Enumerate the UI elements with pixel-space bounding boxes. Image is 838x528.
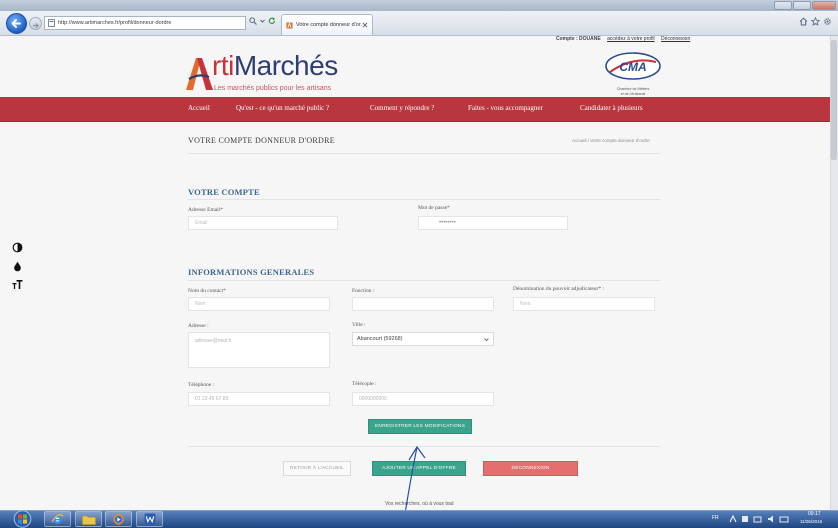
logo-rti: rti	[212, 50, 234, 81]
forward-button[interactable]	[29, 17, 42, 30]
nav-item-accueil[interactable]: Accueil	[188, 104, 210, 112]
section-heading-general: INFORMATIONS GENERALES	[188, 267, 315, 277]
maximize-button[interactable]	[793, 1, 811, 10]
phone-field[interactable]	[188, 392, 330, 406]
page-favicon-icon	[48, 19, 55, 27]
breadcrumb[interactable]: Accueil / Votre compte donneur d'ordre	[572, 138, 650, 143]
phone-label: Téléphone :	[188, 382, 215, 388]
city-select[interactable]: Abancourt (59268)	[352, 332, 494, 346]
back-button[interactable]	[6, 13, 27, 34]
back-arrow-icon	[11, 19, 21, 28]
taskbar-explorer-button[interactable]	[75, 511, 102, 527]
word-icon	[144, 513, 155, 525]
dropdown-icon[interactable]	[260, 17, 265, 25]
flag-icon	[742, 516, 748, 522]
text-size-icon[interactable]	[12, 279, 23, 290]
logout-link[interactable]: Déconnexion	[661, 36, 690, 42]
folder-icon	[81, 515, 96, 525]
logout-button[interactable]: DÉCONNEXION	[483, 461, 578, 476]
artimarches-logo-initial[interactable]	[184, 56, 214, 90]
footer-text: Vos recherches, où à vous tout	[385, 501, 454, 507]
tray-icons	[729, 514, 789, 523]
add-tender-button[interactable]: AJOUTER UN APPEL D'OFFRE	[372, 461, 466, 476]
media-player-icon	[113, 513, 124, 525]
browser-tool-icons	[799, 17, 832, 26]
tray-language[interactable]: FR	[712, 515, 719, 521]
function-field[interactable]	[352, 297, 494, 311]
save-button[interactable]: ENREGISTRER LES MODIFICATIONS	[368, 419, 472, 434]
gear-icon[interactable]	[823, 17, 832, 26]
fax-label: Télécopie :	[352, 381, 377, 387]
address-field[interactable]: adresse@mail.fr	[188, 332, 330, 368]
home-icon[interactable]	[799, 17, 808, 26]
authority-field[interactable]	[513, 297, 655, 311]
chevron-down-icon	[484, 338, 489, 342]
divider	[188, 280, 660, 281]
tray-time[interactable]: 09:17	[808, 511, 821, 517]
email-label: Adresse Email*	[188, 207, 223, 213]
account-label: Compte : DOUANE	[556, 36, 601, 42]
divider	[188, 153, 660, 154]
address-bar[interactable]: http://www.artimarches.fr/profil/donneur…	[44, 16, 246, 30]
tab-favicon-icon	[286, 21, 293, 28]
taskbar-ie-button[interactable]	[44, 511, 71, 527]
password-label: Mot de passe*	[418, 205, 450, 211]
nav-item-accompagnement[interactable]: Faites - vous accompagner	[468, 104, 543, 112]
start-orb-icon[interactable]	[13, 510, 32, 528]
cma-logo-text: CMA	[619, 60, 646, 74]
authority-label: Dénomination du pouvoir adjudicateur* :	[513, 286, 605, 292]
nav-item-candidater[interactable]: Candidater à plusieurs	[580, 104, 643, 112]
address-bar-actions	[249, 17, 276, 25]
city-label: Ville :	[352, 322, 366, 328]
tab-title: Votre compte donneur d'or...	[296, 22, 362, 28]
taskbar-word-button[interactable]	[136, 511, 163, 527]
taskbar-media-button[interactable]	[105, 511, 132, 527]
contact-name-field[interactable]	[188, 297, 330, 311]
logo-marches: Marchés	[233, 50, 338, 81]
back-home-button[interactable]: RETOUR À L'ACCUEIL	[283, 461, 351, 476]
nav-item-marche-public[interactable]: Qu'est - ce qu'un marché public ?	[236, 104, 329, 112]
password-field[interactable]: ••••••••	[418, 216, 568, 230]
power-icon	[779, 516, 789, 523]
refresh-icon[interactable]	[268, 17, 276, 25]
profile-link[interactable]: accédez à votre profil	[607, 36, 655, 42]
address-url: http://www.artimarches.fr/profil/donneur…	[58, 20, 172, 26]
contact-name-label: Nom du contact*	[188, 288, 226, 294]
search-icon[interactable]	[249, 17, 257, 25]
page-scrollbar-thumb[interactable]	[831, 40, 837, 160]
city-select-value: Abancourt (59268)	[357, 336, 403, 342]
page-title: VOTRE COMPTE DONNEUR D'ORDRE	[188, 136, 335, 145]
address-label: Adresse :	[188, 323, 209, 329]
section-heading-account: VOTRE COMPTE	[188, 187, 260, 197]
forward-arrow-icon	[33, 23, 39, 28]
logo-tagline: Les marchés publics pour les artisans	[214, 85, 332, 92]
divider	[188, 446, 660, 447]
window-titlebar	[0, 0, 838, 11]
screen: http://www.artimarches.fr/profil/donneur…	[0, 0, 838, 528]
tab-close-icon[interactable]	[362, 22, 368, 28]
email-field[interactable]	[188, 216, 338, 230]
cma-logo-line: et de l'Artisanat	[620, 91, 646, 96]
cma-logo[interactable]: CMA Chambre de Métiers et de l'Artisanat	[602, 50, 664, 96]
show-hidden-icon	[729, 514, 737, 523]
browser-tab-active[interactable]: Votre compte donneur d'or...	[281, 14, 373, 35]
volume-icon	[768, 515, 773, 523]
internet-explorer-icon	[51, 513, 64, 524]
minimize-button[interactable]	[774, 1, 792, 10]
cma-logo-mark: CMA	[605, 52, 661, 80]
artimarches-logo[interactable]: rtiMarchés	[212, 50, 338, 82]
nav-item-comment-repondre[interactable]: Comment y répondre ?	[370, 104, 434, 112]
network-icon	[753, 516, 762, 523]
fax-field[interactable]	[352, 392, 494, 406]
close-window-button[interactable]	[812, 1, 836, 10]
divider	[188, 199, 660, 200]
function-label: Fonction :	[352, 288, 375, 294]
tray-date[interactable]: 11/05/2016	[800, 519, 822, 524]
account-bar: Compte : DOUANE accédez à votre profil D…	[556, 36, 690, 42]
star-icon[interactable]	[811, 17, 820, 26]
contrast-icon[interactable]	[12, 242, 23, 253]
drop-icon[interactable]	[12, 261, 23, 272]
